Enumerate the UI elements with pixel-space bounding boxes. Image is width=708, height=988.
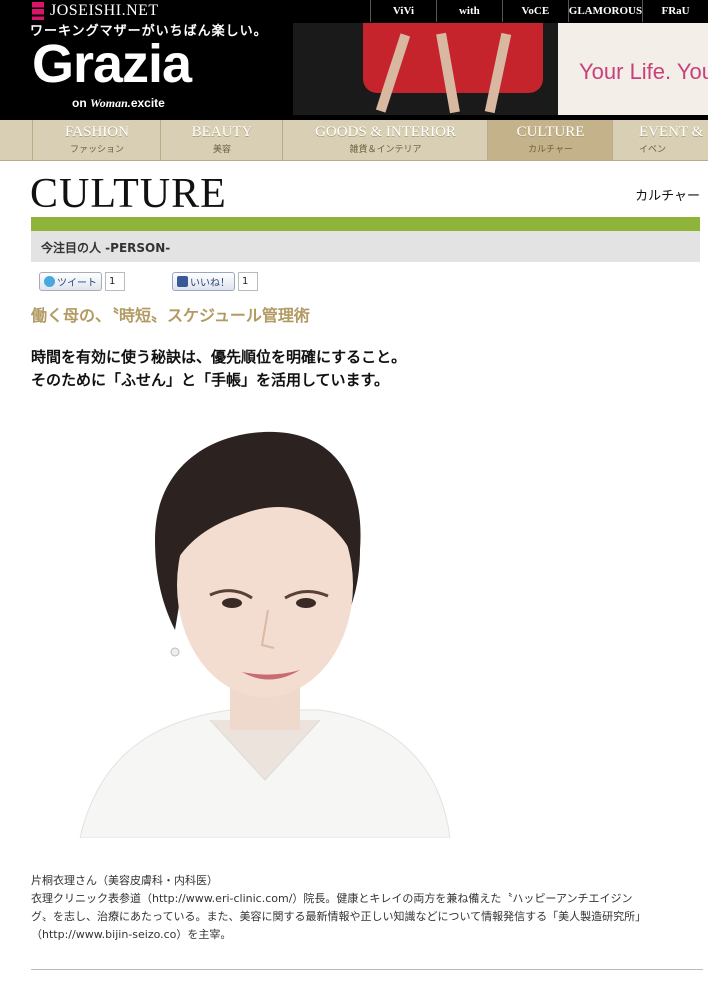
caption-line: 衣理クリニック表参道（http://www.eri-clinic.com/）院長… bbox=[31, 892, 633, 905]
portrait-photo bbox=[60, 420, 460, 838]
grazia-logo[interactable]: Grazia bbox=[32, 34, 192, 94]
tweet-share: ツイート 1 bbox=[39, 272, 125, 291]
nav-item-beauty[interactable]: BEAUTY 美容 bbox=[160, 120, 283, 160]
caption-line: 片桐衣理さん（美容皮膚科・内科医） bbox=[31, 874, 218, 887]
nav-item-goods-interior[interactable]: GOODS & INTERIOR 雑貨＆インテリア bbox=[282, 120, 488, 160]
facebook-like: いいね！ 1 bbox=[172, 272, 258, 291]
like-count: 1 bbox=[238, 272, 258, 291]
nav-item-label: FASHION bbox=[65, 124, 129, 140]
nav-item-event[interactable]: EVENT & イベン bbox=[612, 120, 708, 160]
brand-sub-excite: excite bbox=[130, 96, 165, 110]
caption-line: グ〟を志し、治療にあたっている。また、美容に関する最新情報や正しい知識などについ… bbox=[31, 910, 647, 923]
joseishi-logo[interactable]: JOSEISHI.NET bbox=[32, 2, 159, 20]
lead-line: 時間を有効に使う秘訣は、優先順位を明確にすること。 bbox=[31, 348, 407, 366]
magazine-link-vivi[interactable]: ViVi bbox=[370, 0, 436, 22]
lead-line: そのために「ふせん」と「手帳」を活用しています。 bbox=[31, 371, 390, 389]
nav-item-sublabel: カルチャー bbox=[528, 145, 573, 155]
header-banner[interactable]: Your Life. You bbox=[293, 23, 708, 115]
nav-item-culture[interactable]: CULTURE カルチャー bbox=[487, 120, 613, 160]
nav-item-label: EVENT & bbox=[639, 124, 704, 140]
twitter-bird-icon bbox=[44, 276, 55, 287]
nav-item-sublabel: ファッション bbox=[69, 145, 124, 155]
nav-item-label: CULTURE bbox=[516, 124, 585, 140]
tweet-button[interactable]: ツイート bbox=[39, 272, 102, 291]
article-headline: 働く母の、〝時短〟スケジュール管理術 bbox=[31, 306, 310, 325]
facebook-icon bbox=[177, 276, 188, 287]
magazine-link-glamorous[interactable]: GLAMOROUS bbox=[567, 0, 642, 22]
like-button[interactable]: いいね！ bbox=[172, 272, 235, 291]
joseishi-logo-icon bbox=[32, 2, 44, 20]
brand-subline: on Woman.excite bbox=[72, 96, 165, 111]
magazine-link-voce[interactable]: VoCE bbox=[501, 0, 568, 22]
magazine-link-frau[interactable]: FRaU bbox=[642, 0, 708, 22]
section-header: 今注目の人 -PERSON- bbox=[31, 231, 700, 262]
brand-sub-on: on bbox=[72, 96, 87, 110]
site-name: JOSEISHI.NET bbox=[50, 2, 159, 19]
category-divider bbox=[31, 217, 700, 231]
main-nav: FASHION ファッション BEAUTY 美容 GOODS & INTERIO… bbox=[0, 120, 708, 161]
photo-caption: 片桐衣理さん（美容皮膚科・内科医） 衣理クリニック表参道（http://www.… bbox=[31, 872, 703, 944]
content-divider bbox=[31, 969, 703, 970]
caption-line: （http://www.bijin-seizo.co）を主宰。 bbox=[31, 928, 232, 941]
article-lead: 時間を有効に使う秘訣は、優先順位を明確にすること。 そのために「ふせん」と「手帳… bbox=[31, 346, 406, 392]
nav-item-label: GOODS & INTERIOR bbox=[315, 124, 456, 140]
tweet-label: ツイート bbox=[57, 278, 97, 289]
nav-item-sublabel: 雑貨＆インテリア bbox=[349, 145, 422, 155]
category-title: CULTURE bbox=[30, 171, 227, 217]
section-title: 今注目の人 -PERSON- bbox=[41, 241, 171, 255]
banner-slogan: Your Life. You bbox=[579, 59, 708, 84]
nav-item-fashion[interactable]: FASHION ファッション bbox=[32, 120, 161, 160]
magazine-links: ViVi with VoCE GLAMOROUS FRaU bbox=[370, 0, 708, 22]
nav-item-label: BEAUTY bbox=[191, 124, 253, 140]
brand-sub-woman: Woman. bbox=[90, 96, 131, 110]
portrait-illustration bbox=[79, 431, 451, 838]
magazine-link-with[interactable]: with bbox=[435, 0, 502, 22]
tweet-count: 1 bbox=[105, 272, 125, 291]
like-label: いいね！ bbox=[190, 278, 230, 289]
nav-item-sublabel: 美容 bbox=[212, 145, 231, 155]
site-header: JOSEISHI.NET ワーキングマザーがいちばん楽しい。 Grazia on… bbox=[0, 0, 708, 120]
nav-item-sublabel: イベン bbox=[639, 145, 667, 155]
category-subtitle: カルチャー bbox=[635, 189, 700, 204]
